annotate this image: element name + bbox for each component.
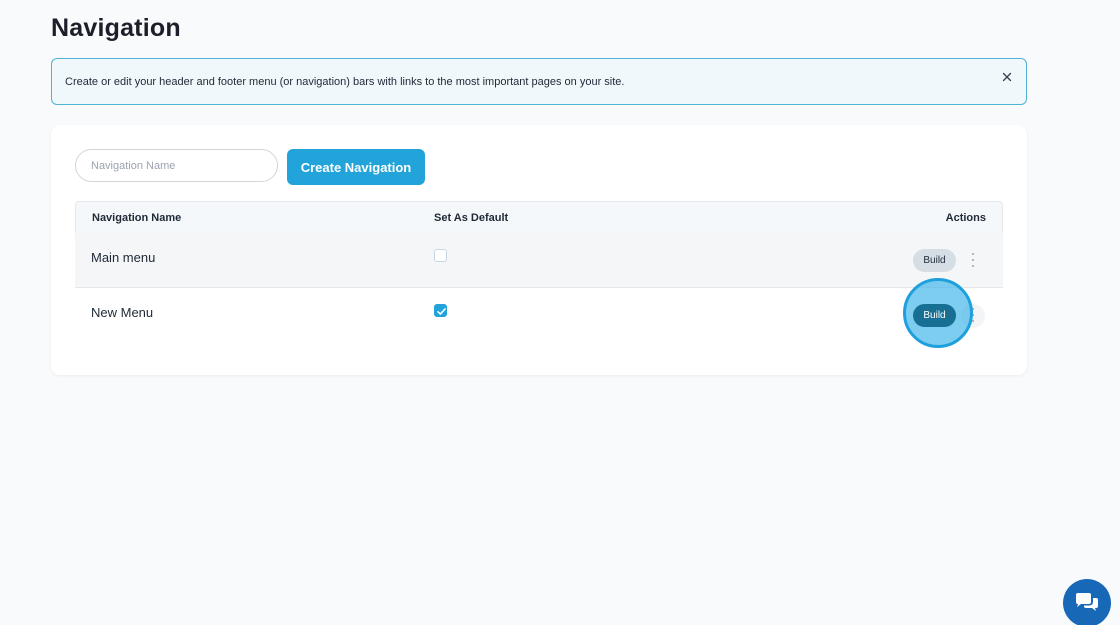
checkmark-icon — [437, 308, 446, 315]
info-banner-text: Create or edit your header and footer me… — [65, 75, 625, 88]
set-default-checkbox[interactable] — [434, 249, 447, 262]
table-row: New Menu Build — [75, 288, 1003, 343]
column-header-actions: Actions — [945, 212, 986, 224]
column-header-default: Set As Default — [434, 212, 509, 224]
navigation-card: Create Navigation Navigation Name Set As… — [51, 125, 1027, 375]
set-default-checkbox[interactable] — [434, 304, 447, 317]
chat-widget-button[interactable] — [1063, 579, 1111, 625]
info-banner: Create or edit your header and footer me… — [51, 58, 1027, 105]
more-options-icon[interactable] — [970, 253, 976, 267]
column-header-name: Navigation Name — [92, 212, 182, 224]
chat-bubbles-icon — [1076, 593, 1098, 611]
page-title: Navigation — [51, 14, 181, 42]
build-button[interactable]: Build — [913, 249, 956, 272]
create-navigation-button[interactable]: Create Navigation — [287, 149, 425, 185]
navigation-page: Navigation Create or edit your header an… — [0, 0, 1120, 625]
navigation-name: New Menu — [91, 305, 154, 320]
navigation-name: Main menu — [91, 250, 156, 265]
close-icon[interactable] — [1000, 70, 1014, 84]
build-button[interactable]: Build — [913, 304, 956, 327]
navigation-name-input[interactable] — [75, 149, 278, 182]
table-row: Main menu Build — [75, 233, 1003, 288]
table-header: Navigation Name Set As Default Actions — [75, 201, 1003, 234]
